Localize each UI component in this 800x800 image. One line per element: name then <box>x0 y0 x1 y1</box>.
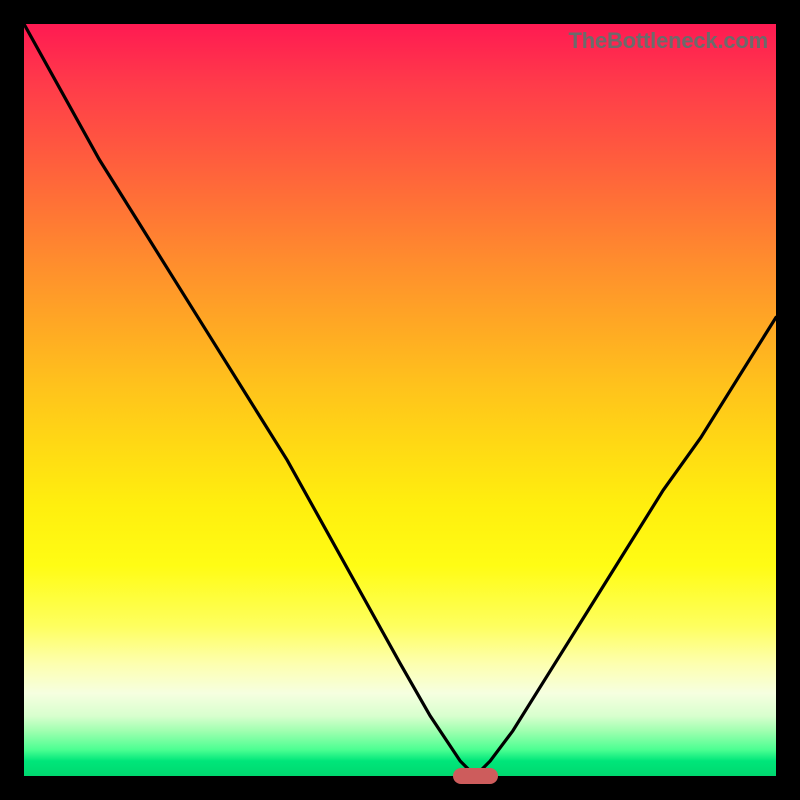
curve-svg <box>24 24 776 776</box>
plot-area: TheBottleneck.com <box>24 24 776 776</box>
bottleneck-curve <box>24 24 776 776</box>
optimal-marker <box>453 768 498 784</box>
chart-container: TheBottleneck.com <box>0 0 800 800</box>
